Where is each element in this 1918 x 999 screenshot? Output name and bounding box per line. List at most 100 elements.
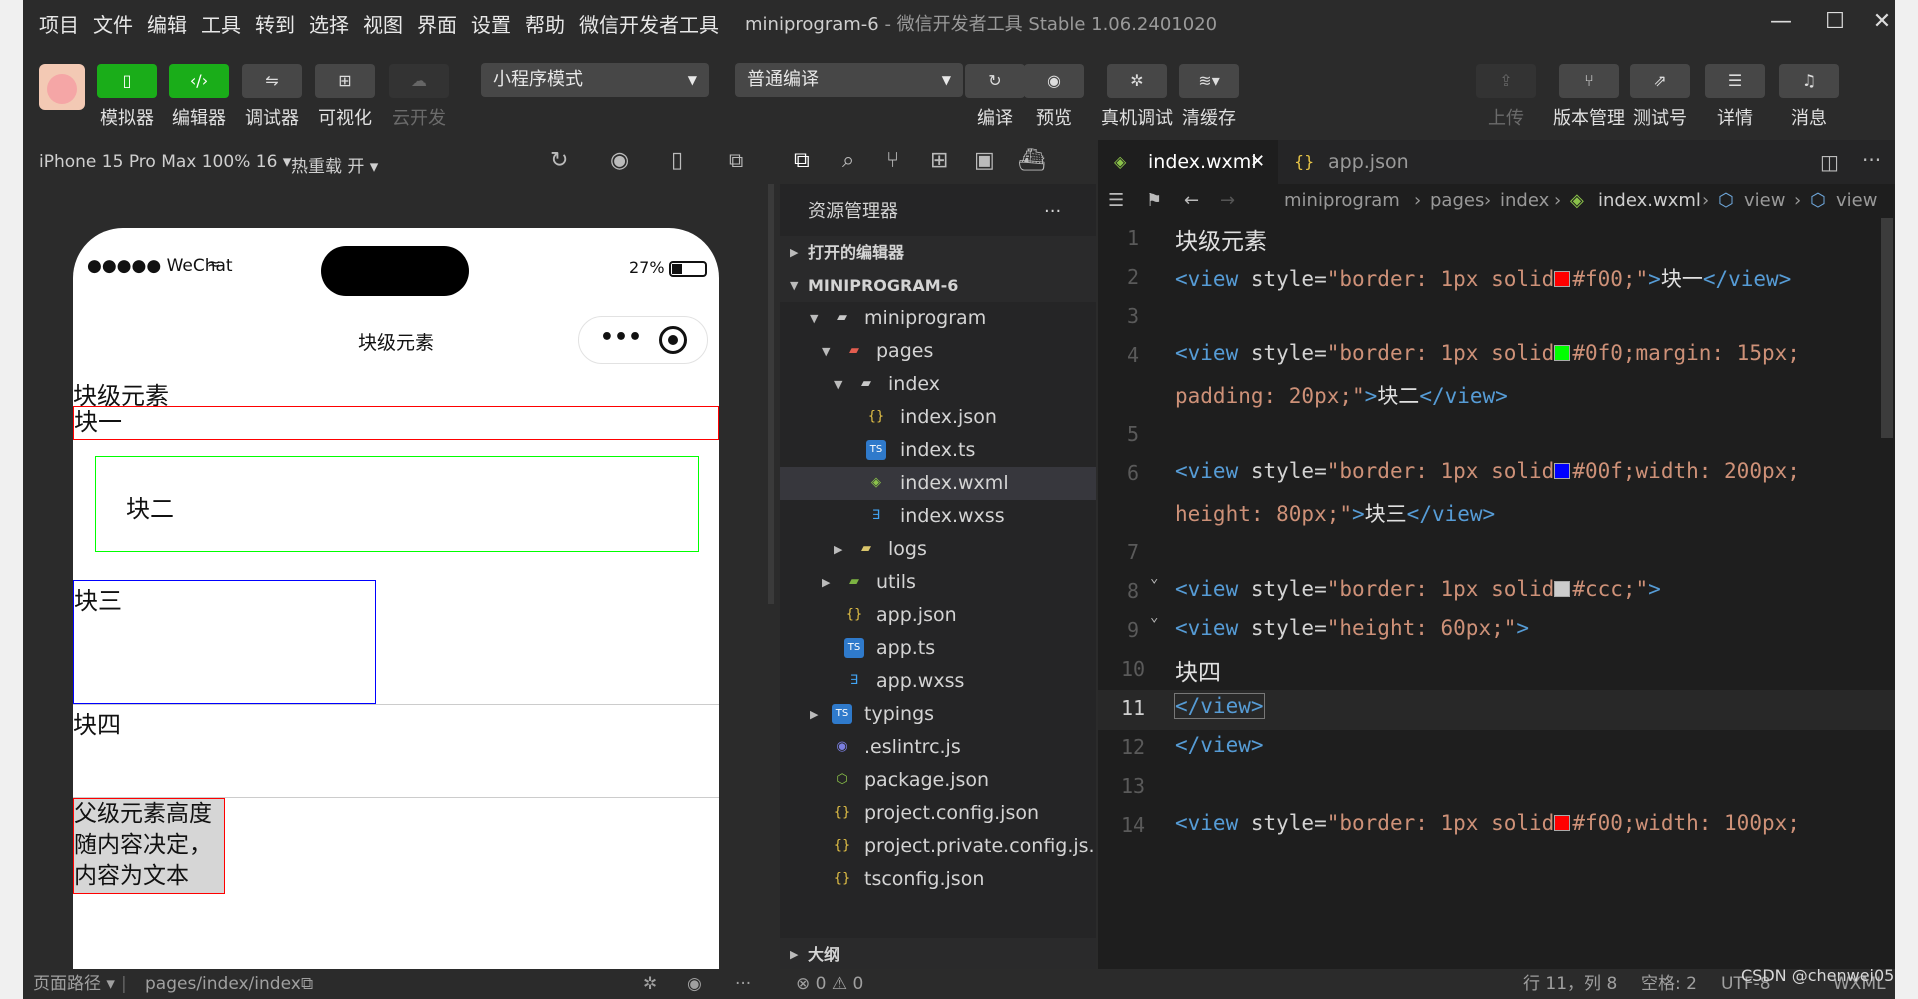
preview-button[interactable]: ◉ 预览 [1024, 64, 1084, 130]
tree-item-package-json[interactable]: ⬡ package.json [780, 764, 1096, 797]
messages-button[interactable]: ♫ 消息 [1779, 64, 1839, 130]
tree-item-index-wxml-selected[interactable]: ◈ index.wxml [780, 467, 1096, 500]
menu-project[interactable]: 项目 [39, 9, 79, 38]
color-swatch-blue[interactable] [1554, 463, 1571, 479]
indent-spaces[interactable]: 空格: 2 [1641, 969, 1697, 999]
tree-item-miniprogram[interactable]: ▼ ▰ miniprogram [780, 302, 1096, 335]
device-select[interactable]: iPhone 15 Pro Max 100% 16 ▾ [39, 152, 291, 172]
menu-settings[interactable]: 设置 [471, 9, 511, 38]
problems-indicator[interactable]: ⊗ 0 ⚠ 0 [796, 969, 863, 999]
tree-item-app-json[interactable]: {} app.json [780, 599, 1096, 632]
tab-index-wxml[interactable]: ◈ index.wxml ✕ [1098, 140, 1278, 184]
close-tab-icon[interactable]: ✕ [1250, 140, 1265, 184]
editor-toggle[interactable]: ‹/› 编辑器 [169, 64, 229, 130]
color-swatch-green[interactable] [1554, 345, 1571, 361]
popout-icon[interactable]: ⧉ [729, 148, 743, 172]
clear-cache-button[interactable]: ≋▾ 清缓存 [1179, 64, 1239, 130]
phone-icon[interactable]: ▯ [671, 148, 683, 173]
breadcrumb-view-1[interactable]: view [1744, 184, 1785, 218]
tree-item-index-ts[interactable]: TS index.ts [780, 434, 1096, 467]
details-button[interactable]: ☰ 详情 [1705, 64, 1765, 130]
maximize-button[interactable]: ☐ [1817, 6, 1853, 38]
breadcrumb-file[interactable]: index.wxml [1598, 184, 1701, 218]
tree-item-index-wxss[interactable]: ∃ index.wxss [780, 500, 1096, 533]
more-actions-icon[interactable]: ··· [1862, 148, 1881, 172]
source-control-icon[interactable]: ⑂ [886, 148, 899, 173]
debugger-toggle[interactable]: ⇋ 调试器 [242, 64, 302, 130]
menu-goto[interactable]: 转到 [255, 9, 295, 38]
search-icon[interactable]: ⌕ [842, 148, 854, 173]
simulator-toggle[interactable]: ▯ 模拟器 [97, 64, 157, 130]
tree-item-typings[interactable]: ▶ TS typings [780, 698, 1096, 731]
cursor-position[interactable]: 行 11，列 8 [1523, 969, 1617, 999]
copy-icon[interactable]: ⧉ [301, 969, 313, 999]
files-icon[interactable]: ⧉ [794, 148, 810, 173]
minimize-button[interactable]: — [1763, 6, 1799, 38]
page-path-select[interactable]: 页面路径 ▾ [33, 969, 115, 999]
tree-item-logs[interactable]: ▶ ▰ logs [780, 533, 1096, 566]
tab-app-json[interactable]: {} app.json [1278, 140, 1458, 184]
breadcrumb-index[interactable]: index [1500, 184, 1549, 218]
back-arrow-icon[interactable]: ← [1184, 184, 1199, 218]
real-device-debug-button[interactable]: ✲ 真机调试 [1101, 64, 1173, 130]
tree-item-tsconfig[interactable]: {} tsconfig.json [780, 863, 1096, 896]
menu-wechat-devtools[interactable]: 微信开发者工具 [579, 9, 719, 38]
more-dots-icon[interactable]: ••• [591, 325, 651, 350]
mode-select[interactable]: 小程序模式 ▼ [481, 63, 709, 97]
version-control-button[interactable]: ⑂ 版本管理 [1553, 64, 1625, 130]
more-icon[interactable]: ··· [735, 969, 751, 999]
forward-arrow-icon[interactable]: → [1220, 184, 1235, 218]
test-id-button[interactable]: ⇗ 测试号 [1630, 64, 1690, 130]
tree-item-project-config[interactable]: {} project.config.json [780, 797, 1096, 830]
rotate-icon[interactable]: ↻ [550, 148, 568, 173]
close-miniprogram-icon[interactable] [659, 326, 687, 354]
fold-chevron-icon[interactable]: ⌄ [1150, 570, 1158, 586]
menu-file[interactable]: 文件 [93, 9, 133, 38]
tree-item-index-folder[interactable]: ▼ ▰ index [780, 368, 1096, 401]
menu-interface[interactable]: 界面 [417, 9, 457, 38]
tree-item-project-private-config[interactable]: {} project.private.config.js... [780, 830, 1096, 863]
open-editors-section[interactable]: ▶ 打开的编辑器 [780, 236, 1096, 269]
visual-toggle[interactable]: ⊞ 可视化 [315, 64, 375, 130]
docker-icon[interactable]: ⛴ [1018, 148, 1046, 173]
stop-icon[interactable]: ◉ [610, 148, 629, 173]
tree-item-pages[interactable]: ▼ ▰ pages [780, 335, 1096, 368]
avatar[interactable] [39, 64, 85, 110]
menu-select[interactable]: 选择 [309, 9, 349, 38]
breadcrumb-view-2[interactable]: view [1836, 184, 1877, 218]
menu-view[interactable]: 视图 [363, 9, 403, 38]
tree-item-index-json[interactable]: {} index.json [780, 401, 1096, 434]
tree-item-app-ts[interactable]: TS app.ts [780, 632, 1096, 665]
compile-mode-select[interactable]: 普通编译 ▼ [735, 63, 963, 97]
split-editor-icon[interactable]: ◫ [1820, 150, 1839, 174]
tree-item-utils[interactable]: ▶ ▰ utils [780, 566, 1096, 599]
bookmark-icon[interactable]: ⚑ [1146, 184, 1162, 218]
breadcrumb-pages[interactable]: pages [1430, 184, 1484, 218]
project-root-section[interactable]: ▼ MINIPROGRAM-6 [780, 269, 1096, 302]
color-swatch-gray[interactable] [1554, 581, 1571, 597]
editor-scrollbar[interactable] [1881, 218, 1893, 438]
storage-icon[interactable]: ▣ [974, 148, 995, 173]
eye-icon[interactable]: ◉ [687, 969, 702, 999]
color-swatch-red[interactable] [1554, 271, 1571, 287]
explorer-more-button[interactable]: ··· [1044, 192, 1061, 232]
simulator-scrollbar[interactable] [768, 184, 774, 604]
tree-item-app-wxss[interactable]: ∃ app.wxss [780, 665, 1096, 698]
list-icon[interactable]: ☰ [1108, 184, 1124, 218]
outline-section[interactable]: ▶ 大纲 [780, 938, 1096, 971]
bug-icon[interactable]: ✲ [643, 969, 657, 999]
fold-chevron-icon[interactable]: ⌄ [1150, 609, 1158, 625]
menu-edit[interactable]: 编辑 [147, 9, 187, 38]
color-swatch-red[interactable] [1554, 815, 1571, 831]
code-editor[interactable]: 1 块级元素 2 <view style="border: 1px solid #… [1098, 218, 1895, 969]
menu-help[interactable]: 帮助 [525, 9, 565, 38]
hot-reload-select[interactable]: 热重载 开 ▾ [291, 152, 378, 177]
upload-button[interactable]: ⇪ 上传 [1476, 64, 1536, 130]
tree-item-eslintrc[interactable]: ◉ .eslintrc.js [780, 731, 1096, 764]
compile-button[interactable]: ↻ 编译 [965, 64, 1025, 130]
extensions-icon[interactable]: ⊞ [930, 148, 948, 173]
close-window-button[interactable]: ✕ [1871, 6, 1893, 38]
menu-tools[interactable]: 工具 [201, 9, 241, 38]
breadcrumb-miniprogram[interactable]: miniprogram [1284, 184, 1400, 218]
cloud-dev-button[interactable]: ☁ 云开发 [389, 64, 449, 130]
